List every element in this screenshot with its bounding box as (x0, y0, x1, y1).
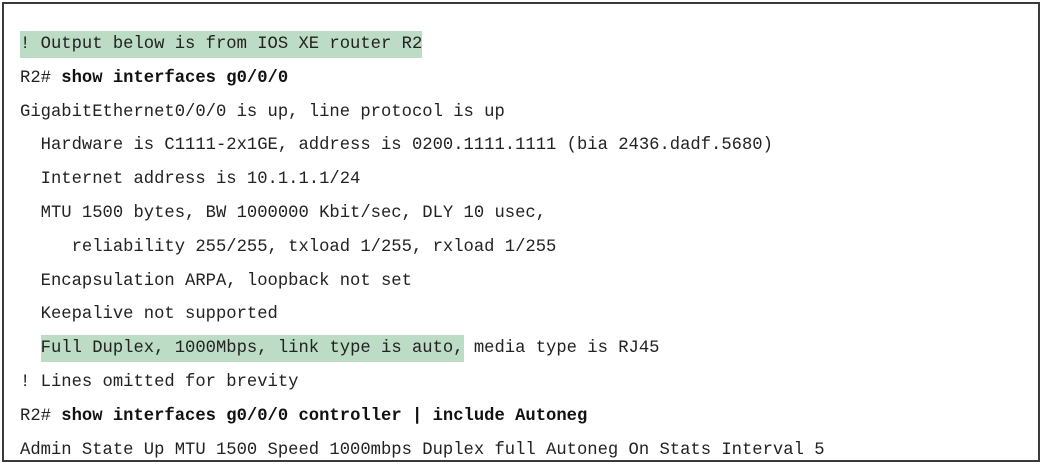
output-line-mtu: MTU 1500 bytes, BW 1000000 Kbit/sec, DLY… (20, 203, 547, 223)
comment-line-source: ! Output below is from IOS XE router R2 (20, 28, 825, 62)
output-line-keepalive: Keepalive not supported (20, 305, 278, 325)
output-line-internet-address: Internet address is 10.1.1.1/24 (20, 170, 361, 190)
cli-prompt: R2# (20, 68, 62, 88)
cli-output-panel: ! Output below is from IOS XE router R2 … (2, 2, 1040, 462)
output-line-encapsulation: Encapsulation ARPA, loopback not set (20, 271, 412, 291)
output-line-duplex: Full Duplex, 1000Mbps, link type is auto… (20, 332, 825, 366)
output-line-autoneg: Admin State Up MTU 1500 Speed 1000mbps D… (20, 440, 825, 460)
cli-command: show interfaces g0/0/0 controller | incl… (61, 406, 588, 426)
cli-command: show interfaces g0/0/0 (61, 68, 289, 88)
cli-output-lines: ! Output below is from IOS XE router R2 … (20, 28, 825, 467)
command-line-show-controller: R2# show interfaces g0/0/0 controller | … (20, 400, 825, 434)
output-line-reliability: reliability 255/255, txload 1/255, rxloa… (20, 237, 557, 257)
highlighted-duplex-text: Full Duplex, 1000Mbps, link type is auto… (40, 335, 464, 363)
comment-line-omitted: ! Lines omitted for brevity (20, 372, 299, 392)
output-line-hardware: Hardware is C1111-2x1GE, address is 0200… (20, 136, 773, 156)
command-line-show-interfaces: R2# show interfaces g0/0/0 (20, 62, 825, 96)
cli-prompt: R2# (20, 406, 62, 426)
highlighted-comment: ! Output below is from IOS XE router R2 (20, 31, 423, 58)
output-line-interface-status: GigabitEthernet0/0/0 is up, line protoco… (20, 102, 505, 122)
media-type-text: media type is RJ45 (463, 339, 660, 359)
